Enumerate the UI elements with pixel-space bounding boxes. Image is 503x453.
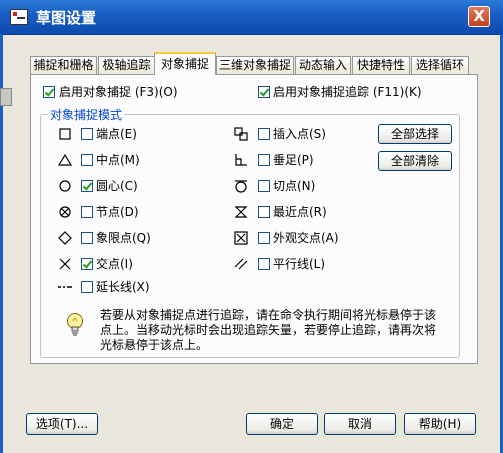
parallel-label[interactable]: 平行线(L): [273, 257, 325, 271]
lightbulb-icon: [66, 312, 84, 338]
circle-icon: [58, 179, 72, 193]
apparent-intersection-label[interactable]: 外观交点(A): [273, 231, 339, 245]
tab-selection-cycling[interactable]: 选择循环: [411, 56, 469, 74]
select-all-button[interactable]: 全部选择: [378, 124, 452, 144]
insert-icon: [234, 127, 248, 141]
perpendicular-label[interactable]: 垂足(P): [273, 153, 314, 167]
tab-object-snap[interactable]: 对象捕捉: [154, 52, 216, 75]
center-label[interactable]: 圆心(C): [96, 179, 138, 193]
node-icon: [58, 205, 72, 219]
enable-tracking-label[interactable]: 启用对象捕捉追踪 (F11)(K): [273, 85, 422, 99]
midpoint-label[interactable]: 中点(M): [96, 153, 140, 167]
nearest-icon: [234, 205, 248, 219]
midpoint-checkbox[interactable]: [81, 154, 93, 166]
background-fragment-icon: [0, 88, 12, 106]
perpendicular-icon: [234, 153, 248, 167]
intersection-checkbox[interactable]: [81, 258, 93, 270]
perpendicular-checkbox[interactable]: [258, 154, 270, 166]
tab-dynamic-input[interactable]: 动态输入: [295, 56, 351, 74]
tab-snap-grid[interactable]: 捕捉和栅格: [30, 56, 97, 74]
tracking-hint-text: 若要从对象捕捉点进行追踪，请在命令执行期间将光标悬停于该点上。当移动光标时会出现…: [100, 308, 437, 352]
extension-checkbox[interactable]: [81, 281, 93, 293]
window-title: 草图设置: [36, 9, 97, 27]
title-bar: 草图设置 X: [0, 0, 503, 35]
tab-3d-object-snap[interactable]: 三维对象捕捉: [216, 56, 294, 74]
osnap-modes-title: 对象捕捉模式: [48, 106, 125, 123]
enable-tracking-checkbox[interactable]: [258, 86, 270, 98]
ok-button[interactable]: 确定: [246, 413, 318, 435]
enable-osnap-label[interactable]: 启用对象捕捉 (F3)(O): [59, 85, 178, 99]
app-icon: [10, 9, 28, 25]
triangle-icon: [58, 153, 72, 167]
tab-quick-properties[interactable]: 快捷特性: [352, 56, 410, 74]
help-button[interactable]: 帮助(H): [404, 413, 476, 435]
nearest-label[interactable]: 最近点(R): [273, 205, 327, 219]
quadrant-checkbox[interactable]: [81, 232, 93, 244]
cancel-button[interactable]: 取消: [324, 413, 396, 435]
enable-osnap-checkbox[interactable]: [43, 86, 55, 98]
options-button[interactable]: 选项(T)...: [26, 413, 98, 435]
extension-label[interactable]: 延长线(X): [96, 280, 150, 294]
endpoint-label[interactable]: 端点(E): [96, 127, 137, 141]
tangent-label[interactable]: 切点(N): [273, 179, 315, 193]
apparent-intersection-icon: [234, 231, 248, 245]
extension-icon: [58, 280, 72, 294]
tangent-icon: [234, 179, 248, 193]
parallel-checkbox[interactable]: [258, 258, 270, 270]
insertion-checkbox[interactable]: [258, 128, 270, 140]
endpoint-checkbox[interactable]: [81, 128, 93, 140]
node-label[interactable]: 节点(D): [96, 205, 139, 219]
x-icon: [58, 257, 72, 271]
center-checkbox[interactable]: [81, 180, 93, 192]
clear-all-button[interactable]: 全部清除: [378, 151, 452, 171]
nearest-checkbox[interactable]: [258, 206, 270, 218]
insertion-label[interactable]: 插入点(S): [273, 127, 326, 141]
parallel-icon: [234, 257, 248, 271]
close-button[interactable]: X: [468, 6, 490, 27]
tab-polar-tracking[interactable]: 极轴追踪: [98, 56, 155, 74]
intersection-label[interactable]: 交点(I): [96, 257, 133, 271]
tangent-checkbox[interactable]: [258, 180, 270, 192]
apparent-intersection-checkbox[interactable]: [258, 232, 270, 244]
quadrant-label[interactable]: 象限点(Q): [96, 231, 151, 245]
square-icon: [58, 127, 72, 141]
node-checkbox[interactable]: [81, 206, 93, 218]
diamond-icon: [58, 231, 72, 245]
